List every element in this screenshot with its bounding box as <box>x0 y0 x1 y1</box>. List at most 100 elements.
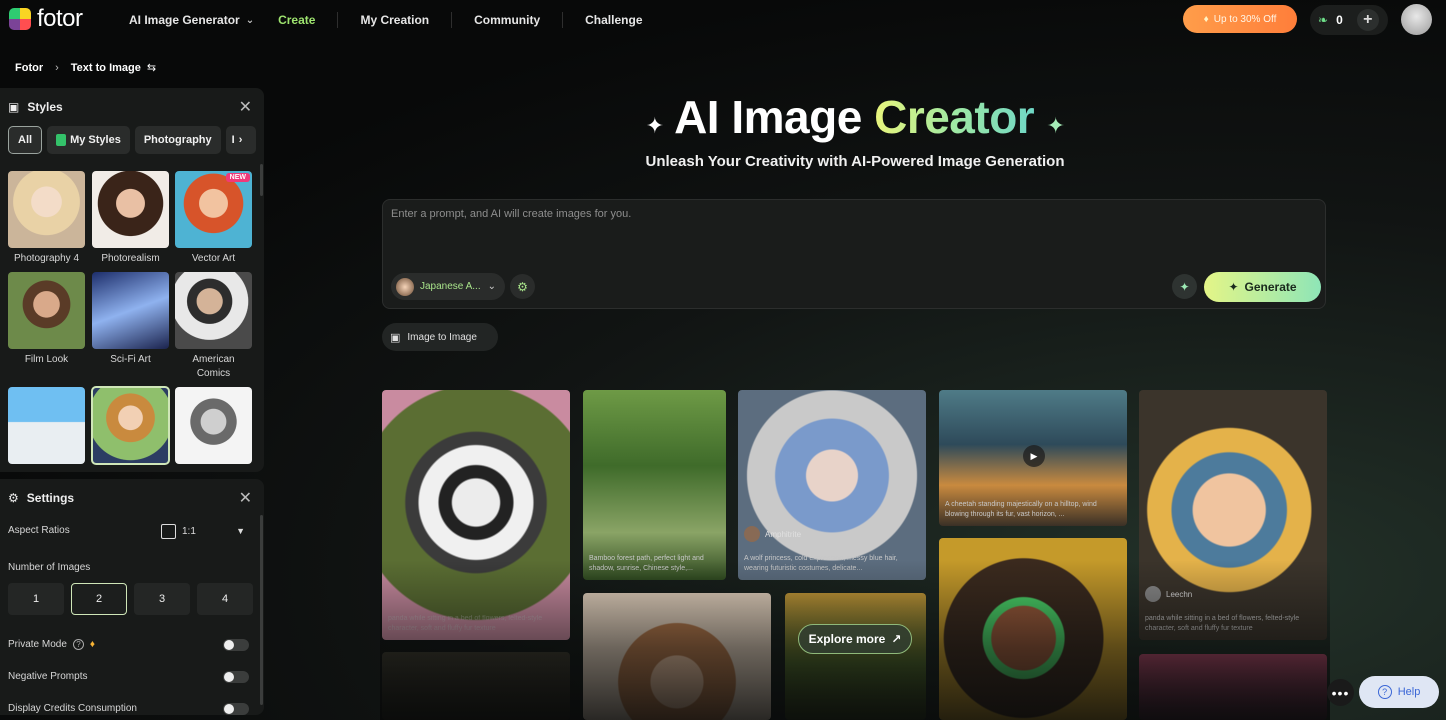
private-mode-row: Private Mode ? ♦ <box>8 639 95 650</box>
tile-caption: panda while sitting in a bed of flowers,… <box>388 615 543 632</box>
gallery-tile-pearl-earring[interactable]: Leechn panda while sitting in a bed of f… <box>1139 390 1327 640</box>
settings-scrollbar[interactable] <box>260 515 263 705</box>
style-card-american-comics[interactable]: American Comics <box>175 272 252 381</box>
negative-prompts-label: Negative Prompts <box>8 671 88 682</box>
prompt-input[interactable]: Enter a prompt, and AI will create image… <box>382 199 1326 309</box>
gallery-tile-forest-sunset[interactable] <box>785 593 926 720</box>
nav-my-creation[interactable]: My Creation <box>360 13 429 27</box>
style-label: Photorealism <box>101 253 160 264</box>
num-images-1[interactable]: 1 <box>8 583 64 615</box>
gallery-tile-cyberpunk[interactable] <box>939 538 1127 720</box>
display-credits-toggle[interactable] <box>223 703 249 715</box>
nav-label: Create <box>278 13 316 27</box>
nav-community[interactable]: Community <box>474 13 540 27</box>
style-selector[interactable]: Japanese A... ⌄ <box>391 273 505 300</box>
num-images-row: Number of Images <box>8 562 90 573</box>
chip-label: I <box>231 134 235 146</box>
swap-icon[interactable]: ⇆ <box>147 61 156 74</box>
settings-title: Settings <box>26 491 75 505</box>
style-thumb <box>92 272 169 349</box>
breadcrumb: Fotor › Text to Image ⇆ <box>15 61 156 75</box>
explore-more-button[interactable]: Explore more ↗ <box>798 624 912 654</box>
user-avatar[interactable] <box>1401 4 1432 35</box>
style-thumb <box>8 272 85 349</box>
nav-divider <box>337 12 339 28</box>
breadcrumb-root[interactable]: Fotor <box>15 62 43 74</box>
style-card-vector-art[interactable]: NEW Vector Art <box>175 171 252 266</box>
style-card-sci-fi-art[interactable]: Sci-Fi Art <box>92 272 169 367</box>
style-thumb <box>175 387 252 464</box>
nav-label: Challenge <box>585 13 643 27</box>
magic-wand-icon[interactable]: ✦ <box>1172 274 1197 299</box>
gallery-tile-cheetah[interactable]: ▶ A cheetah standing majestically on a h… <box>939 390 1127 526</box>
styles-title: Styles <box>27 100 63 114</box>
title-part2: Creator <box>874 91 1035 143</box>
image-icon: ▣ <box>390 331 401 344</box>
num-images-4[interactable]: 4 <box>197 583 253 615</box>
add-credits-icon[interactable]: + <box>1356 9 1379 31</box>
styles-scrollbar[interactable] <box>260 164 263 196</box>
more-options-icon[interactable]: ••• <box>1327 679 1354 706</box>
style-card-film-look[interactable]: Film Look <box>8 272 85 367</box>
negative-prompts-row: Negative Prompts <box>8 671 87 682</box>
style-label: American Comics <box>192 354 235 379</box>
gallery-tile-cowgirl[interactable] <box>583 593 771 720</box>
gallery-tile-wolf-girl[interactable]: Amphitrite A wolf princess, cold express… <box>738 390 926 580</box>
num-images-2[interactable]: 2 <box>71 583 127 615</box>
chevron-down-icon: ⌄ <box>487 281 496 292</box>
image-to-image-button[interactable]: ▣ Image to Image <box>382 323 498 351</box>
chip-more[interactable]: I › <box>225 126 256 154</box>
settings-gear-icon[interactable]: ⚙ <box>510 274 535 299</box>
num-images-3[interactable]: 3 <box>134 583 190 615</box>
chip-label: All <box>18 134 33 146</box>
style-thumb <box>91 386 170 465</box>
close-icon[interactable]: ✕ <box>239 488 252 508</box>
breadcrumb-current[interactable]: Text to Image <box>71 62 141 74</box>
nav-label: My Creation <box>360 13 430 27</box>
diamond-icon: ♦ <box>1203 13 1209 25</box>
style-card-sketch[interactable] <box>175 387 252 464</box>
style-card-photorealism[interactable]: Photorealism <box>92 171 169 266</box>
gear-icon: ⚙ <box>8 491 19 505</box>
style-card-photography-4[interactable]: Photography 4 <box>8 171 85 266</box>
style-card-anime[interactable] <box>91 386 170 465</box>
new-badge: NEW <box>225 173 250 182</box>
gallery-tile-panda[interactable]: panda while sitting in a bed of flowers,… <box>382 390 570 640</box>
chip-photography[interactable]: Photography <box>134 126 221 154</box>
credits-widget[interactable]: ❧ 0 + <box>1310 5 1388 35</box>
nav-ai-image-generator[interactable]: AI Image Generator ⌄ <box>129 13 254 27</box>
play-icon[interactable]: ▶ <box>1023 445 1045 467</box>
private-mode-label: Private Mode <box>8 639 67 650</box>
style-avatar <box>396 277 414 296</box>
nav-challenge[interactable]: Challenge <box>585 13 642 27</box>
style-thumb <box>92 171 169 248</box>
arrow-up-right-icon: ↗ <box>891 632 902 646</box>
sparkle-icon: ✦ <box>645 113 664 138</box>
author-name: Amphitrite <box>765 529 802 539</box>
display-credits-label: Display Credits Consumption <box>8 703 137 714</box>
help-icon[interactable]: ? <box>72 639 84 650</box>
nav-create[interactable]: Create <box>278 13 315 27</box>
promo-button[interactable]: ♦ Up to 30% Off <box>1183 5 1297 33</box>
square-ratio-icon <box>161 523 176 539</box>
negative-prompts-toggle[interactable] <box>223 671 249 683</box>
gallery-tile-dark[interactable] <box>382 652 570 720</box>
fotor-logo[interactable]: fotor <box>9 7 83 31</box>
aspect-ratio-select[interactable]: 1:1 ▼ <box>157 517 251 545</box>
style-thumb <box>175 272 252 349</box>
title-part1: AI Image <box>674 91 862 143</box>
chip-my-styles[interactable]: My Styles <box>47 126 130 154</box>
chip-all[interactable]: All <box>8 126 43 154</box>
settings-header: ⚙ Settings <box>8 491 74 505</box>
num-images-buttons: 1 2 3 4 <box>8 583 253 615</box>
style-card-cartoon-robot[interactable] <box>8 387 85 464</box>
private-mode-toggle[interactable] <box>223 639 249 651</box>
chevron-right-icon: › <box>238 134 243 146</box>
gallery-tile-bamboo[interactable]: Bamboo forest path, perfect light and sh… <box>583 390 726 580</box>
leaf-icon: ❧ <box>1318 13 1329 27</box>
gallery-tile-pink[interactable] <box>1139 654 1327 720</box>
help-button[interactable]: ? Help <box>1359 676 1439 708</box>
generate-button[interactable]: ✦ Generate <box>1204 272 1321 302</box>
close-icon[interactable]: ✕ <box>239 97 252 117</box>
style-filter-chips: All My Styles Photography I › <box>8 126 256 154</box>
